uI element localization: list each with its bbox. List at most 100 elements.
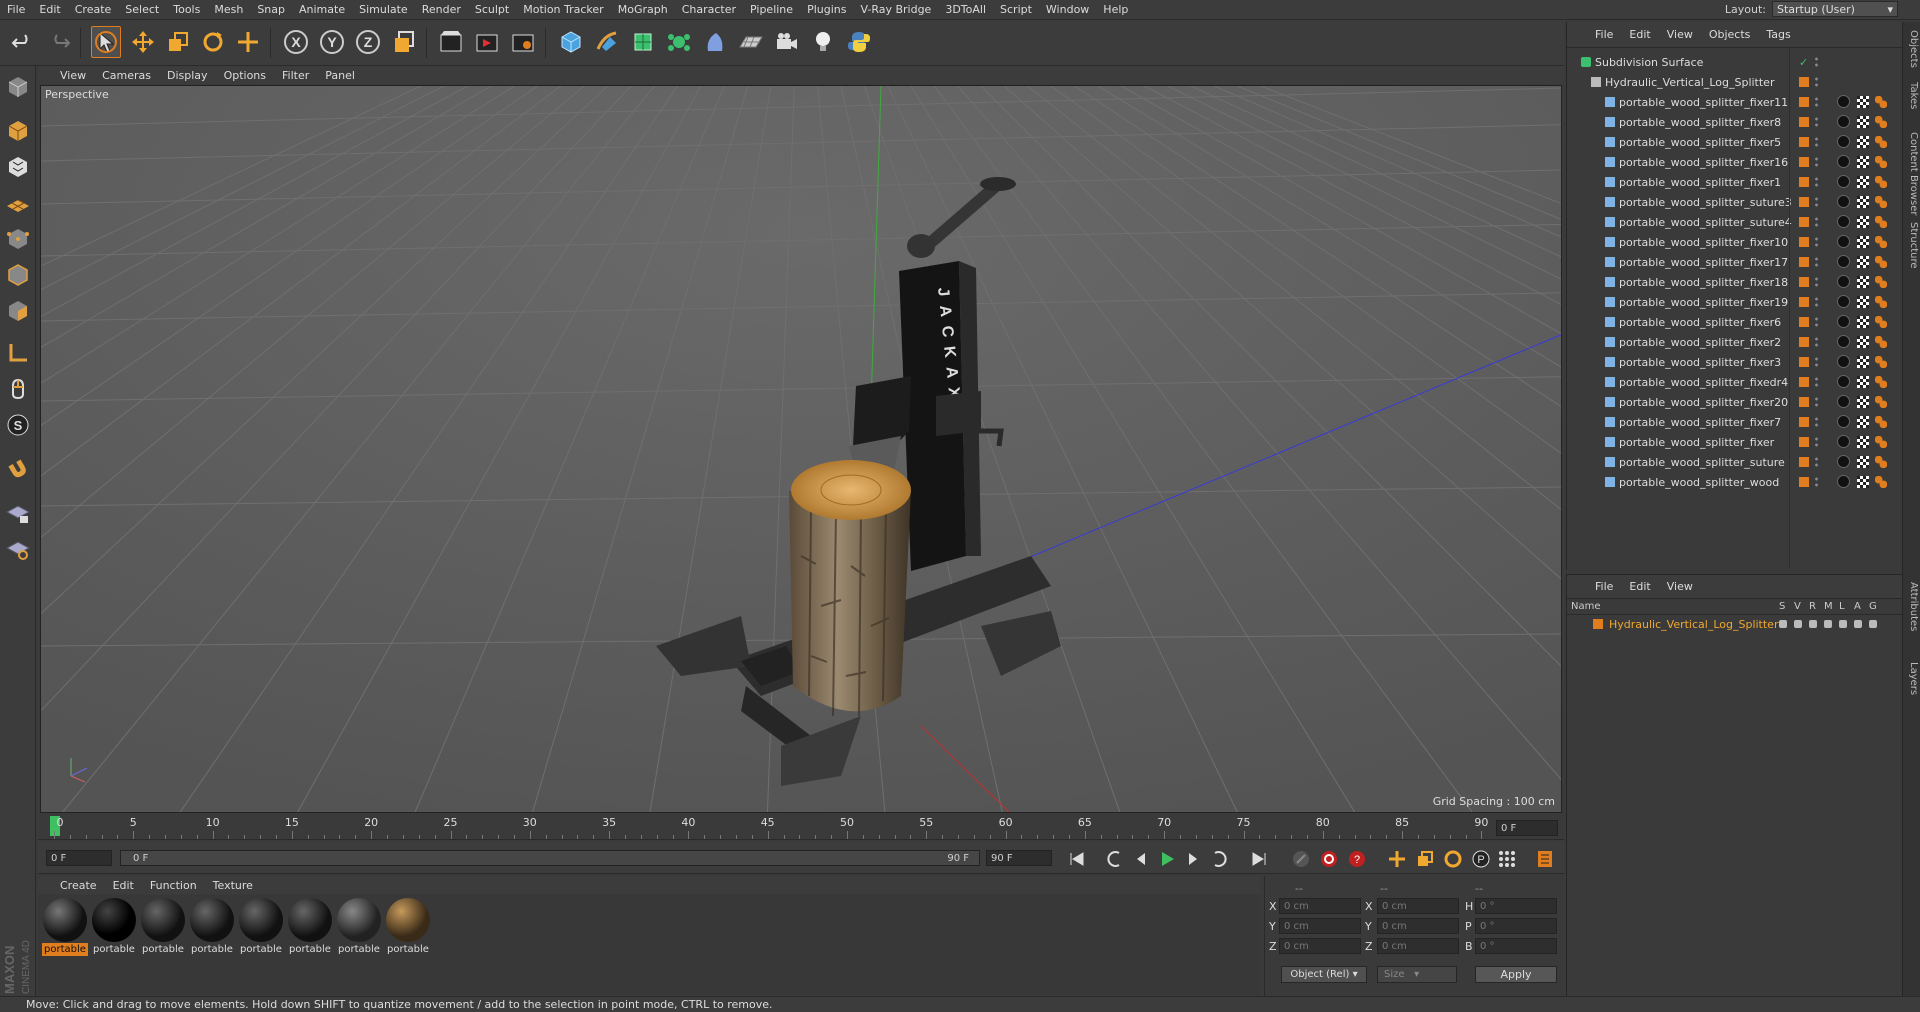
texture-tag-icon[interactable] xyxy=(1857,156,1869,168)
texture-tag-icon[interactable] xyxy=(1857,436,1869,448)
menu-help[interactable]: Help xyxy=(1096,3,1135,16)
object-row[interactable]: portable_wood_splitter_fixer3 xyxy=(1567,352,1903,372)
phong-tag-icon[interactable] xyxy=(1875,376,1887,388)
layer-toggle-icon[interactable] xyxy=(1779,620,1787,628)
viewport-menu-display[interactable]: Display xyxy=(159,69,216,82)
layer-column-s[interactable]: S xyxy=(1779,601,1785,612)
phong-tag-icon[interactable] xyxy=(1875,276,1887,288)
texture-tag-icon[interactable] xyxy=(1857,456,1869,468)
material-tag-icon[interactable] xyxy=(1837,255,1850,268)
side-tab-attributes[interactable]: Attributes xyxy=(1905,582,1919,631)
object-menu-file[interactable]: File xyxy=(1587,28,1621,41)
goto-end-icon[interactable] xyxy=(1248,848,1270,870)
visibility-dots-icon[interactable] xyxy=(1815,276,1818,288)
3d-viewport[interactable]: JACKAXX Perspective Grid Spacing: 100 c… xyxy=(40,85,1562,813)
material-swatch[interactable]: portable xyxy=(42,897,88,956)
subdivision-icon[interactable] xyxy=(628,26,658,58)
light-icon[interactable] xyxy=(808,26,838,58)
object-row[interactable]: portable_wood_splitter_fixedr4 xyxy=(1567,372,1903,392)
next-frame-icon[interactable] xyxy=(1182,848,1204,870)
cloner-icon[interactable] xyxy=(664,26,694,58)
move-icon[interactable] xyxy=(128,26,158,58)
object-row[interactable]: portable_wood_splitter_fixer16 xyxy=(1567,152,1903,172)
object-row[interactable]: portable_wood_splitter_suture3 xyxy=(1567,192,1903,212)
workplane-icon[interactable] xyxy=(3,188,33,218)
snap-icon[interactable]: S xyxy=(3,410,33,440)
visibility-dots-icon[interactable] xyxy=(1815,56,1818,68)
object-row-group[interactable]: Hydraulic_Vertical_Log_Splitter xyxy=(1567,72,1903,92)
coord-pos-field[interactable]: 0 cm xyxy=(1279,898,1361,914)
phong-tag-icon[interactable] xyxy=(1875,316,1887,328)
model-mode-icon[interactable] xyxy=(3,116,33,146)
phong-tag-icon[interactable] xyxy=(1875,256,1887,268)
layer-row[interactable]: Hydraulic_Vertical_Log_Splitter xyxy=(1567,615,1902,633)
coord-rot-field[interactable]: 0 ° xyxy=(1475,918,1557,934)
texture-tag-icon[interactable] xyxy=(1857,476,1869,488)
visibility-dots-icon[interactable] xyxy=(1815,376,1818,388)
camera-icon[interactable] xyxy=(772,26,802,58)
material-swatch[interactable]: portable xyxy=(287,897,333,955)
visibility-dots-icon[interactable] xyxy=(1815,336,1818,348)
timeline-window-icon[interactable] xyxy=(1534,848,1556,870)
layer-toggle-icon[interactable] xyxy=(1794,620,1802,628)
texture-tag-icon[interactable] xyxy=(1857,316,1869,328)
magnet-icon[interactable] xyxy=(3,454,33,484)
visibility-dots-icon[interactable] xyxy=(1815,416,1818,428)
play-icon[interactable] xyxy=(1156,848,1178,870)
material-tag-icon[interactable] xyxy=(1837,195,1850,208)
prev-key-icon[interactable] xyxy=(1104,848,1126,870)
menu-animate[interactable]: Animate xyxy=(292,3,352,16)
phong-tag-icon[interactable] xyxy=(1875,116,1887,128)
points-mode-icon[interactable] xyxy=(3,224,33,254)
layer-toggle-icon[interactable] xyxy=(1809,620,1817,628)
phong-tag-icon[interactable] xyxy=(1875,96,1887,108)
make-editable-icon[interactable] xyxy=(3,72,33,102)
phong-tag-icon[interactable] xyxy=(1875,136,1887,148)
material-swatch[interactable]: portable xyxy=(91,897,137,955)
visibility-dots-icon[interactable] xyxy=(1815,176,1818,188)
material-tag-icon[interactable] xyxy=(1837,375,1850,388)
material-swatch[interactable]: portable xyxy=(336,897,382,955)
timeline-ruler[interactable]: 0 5 10 15 20 25 30 35 40 45 50 55 60 65 70 75 80 85 90 xyxy=(38,814,1564,840)
python-icon[interactable] xyxy=(844,26,874,58)
coordinate-mode-dropdown[interactable]: Object (Rel) ▾ xyxy=(1281,966,1367,983)
coord-size-field[interactable]: 0 cm xyxy=(1377,898,1459,914)
goto-start-icon[interactable] xyxy=(1066,848,1088,870)
polygons-mode-icon[interactable] xyxy=(3,296,33,326)
visibility-dots-icon[interactable] xyxy=(1815,356,1818,368)
phong-tag-icon[interactable] xyxy=(1875,356,1887,368)
coord-pos-field[interactable]: 0 cm xyxy=(1279,918,1361,934)
material-tag-icon[interactable] xyxy=(1837,135,1850,148)
phong-tag-icon[interactable] xyxy=(1875,156,1887,168)
texture-tag-icon[interactable] xyxy=(1857,236,1869,248)
end-frame-field[interactable]: 90 F xyxy=(986,850,1052,866)
visibility-dots-icon[interactable] xyxy=(1815,116,1818,128)
y-axis-icon[interactable]: Y xyxy=(317,26,347,58)
menu-snap[interactable]: Snap xyxy=(250,3,292,16)
material-tag-icon[interactable] xyxy=(1837,175,1850,188)
viewport-menu-cameras[interactable]: Cameras xyxy=(94,69,159,82)
render-picture-viewer-icon[interactable] xyxy=(472,26,502,58)
frame-range-slider[interactable]: 0 F 90 F xyxy=(120,850,980,866)
material-swatch[interactable]: portable xyxy=(140,897,186,955)
side-tab-structure[interactable]: Structure xyxy=(1905,222,1919,269)
menu-3dtoall[interactable]: 3DToAll xyxy=(938,3,993,16)
phong-tag-icon[interactable] xyxy=(1875,336,1887,348)
material-tag-icon[interactable] xyxy=(1837,435,1850,448)
axis-mode-icon[interactable] xyxy=(3,338,33,368)
render-view-icon[interactable] xyxy=(436,26,466,58)
layer-toggle-icon[interactable] xyxy=(1839,620,1847,628)
menu-tools[interactable]: Tools xyxy=(166,3,207,16)
layer-column-name[interactable]: Name xyxy=(1571,601,1601,612)
side-tab-layers[interactable]: Layers xyxy=(1905,662,1919,695)
menu-v-ray-bridge[interactable]: V-Ray Bridge xyxy=(853,3,938,16)
phong-tag-icon[interactable] xyxy=(1875,396,1887,408)
visibility-dots-icon[interactable] xyxy=(1815,296,1818,308)
key-param-icon[interactable]: P xyxy=(1470,848,1492,870)
visibility-dots-icon[interactable] xyxy=(1815,396,1818,408)
menu-pipeline[interactable]: Pipeline xyxy=(743,3,800,16)
x-axis-icon[interactable]: X xyxy=(281,26,311,58)
material-menu-edit[interactable]: Edit xyxy=(105,879,142,892)
material-tag-icon[interactable] xyxy=(1837,155,1850,168)
visibility-dots-icon[interactable] xyxy=(1815,96,1818,108)
